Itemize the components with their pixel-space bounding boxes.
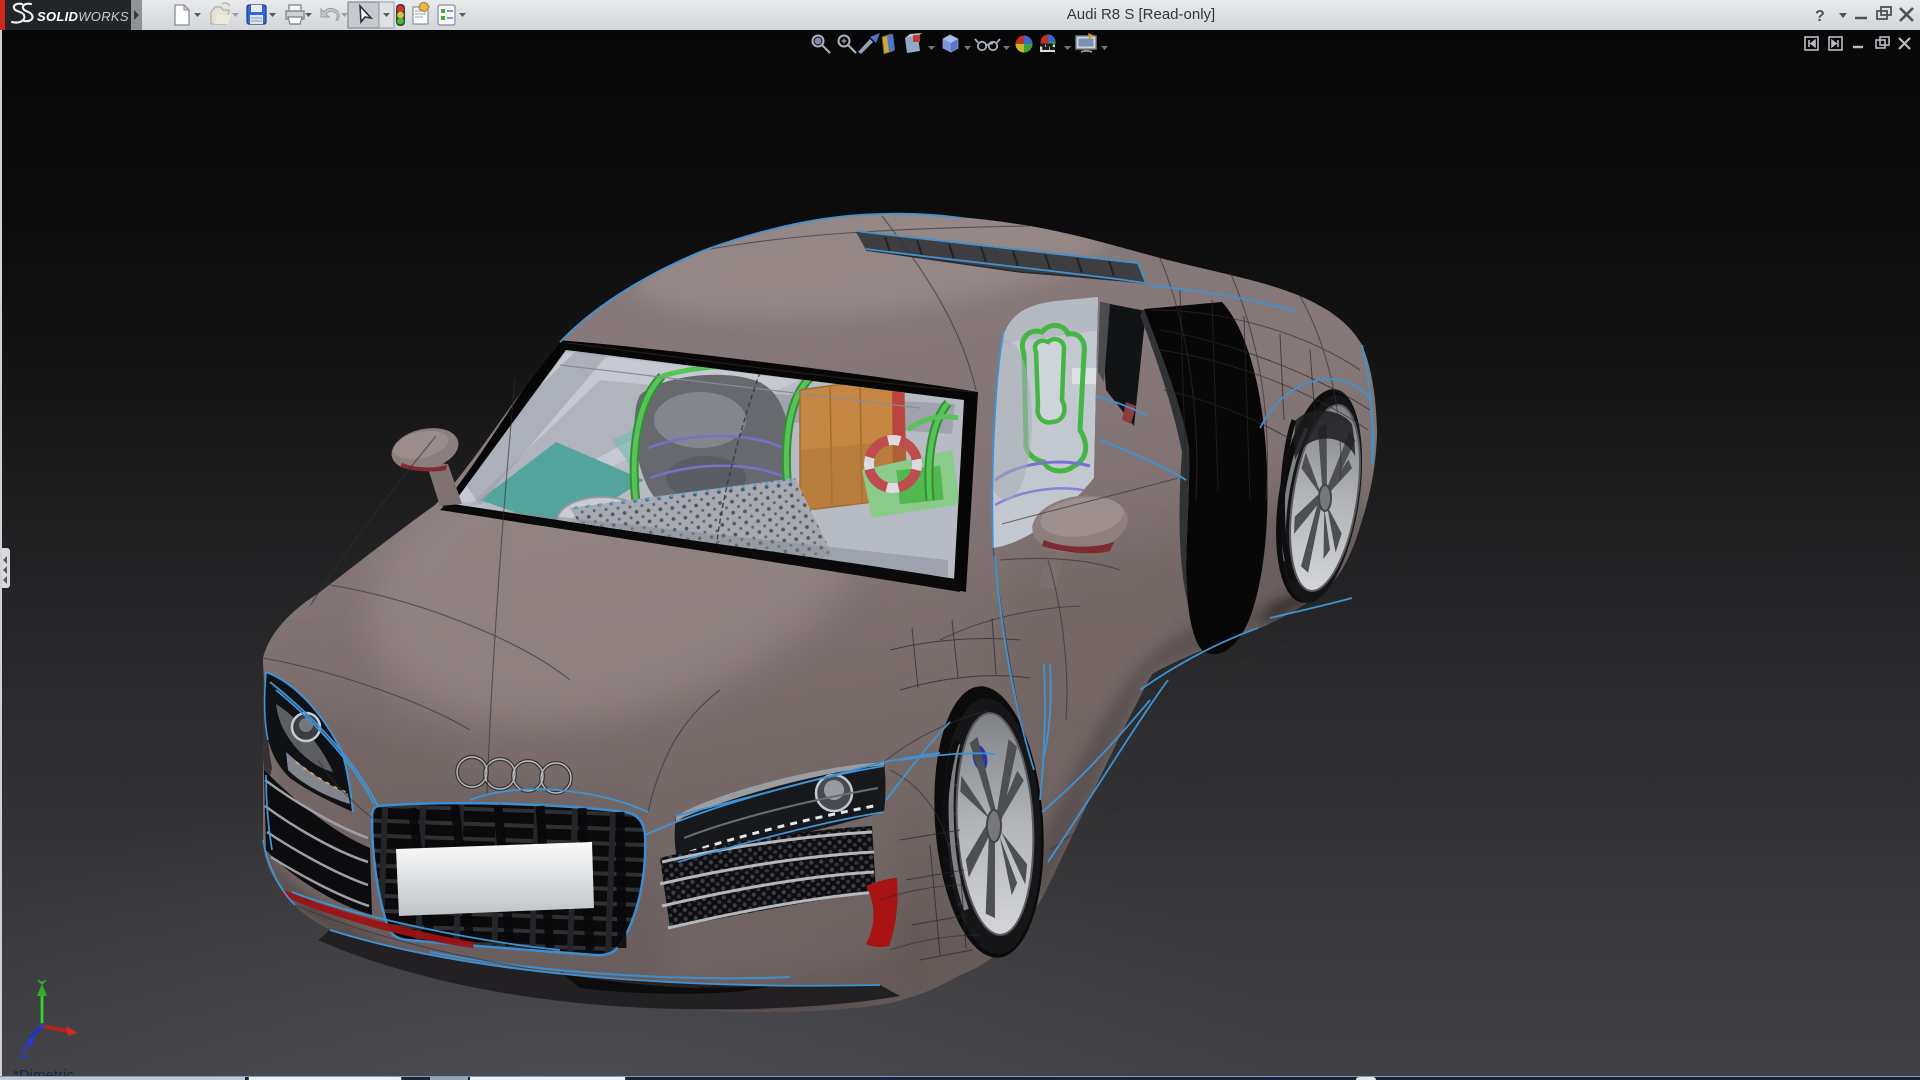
svg-text:?: ? xyxy=(1815,8,1825,25)
svg-text:SOLIDWORKS: SOLIDWORKS xyxy=(37,9,129,24)
